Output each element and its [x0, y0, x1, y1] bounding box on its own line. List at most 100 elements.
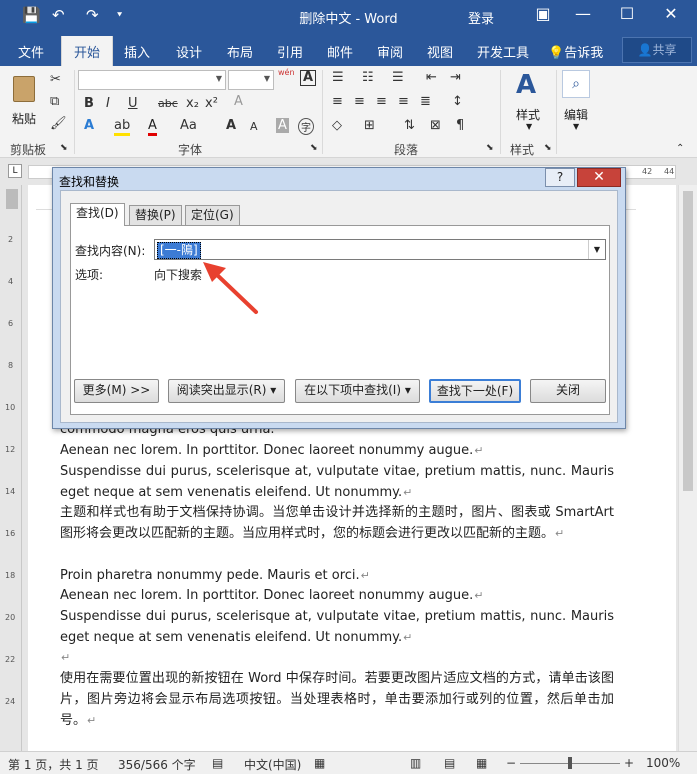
paragraph[interactable]: 使用在需要位置出现的新按钮在 Word 中保存时间。若要更改图片适应文档的方式，…: [60, 668, 614, 731]
borders-icon[interactable]: ⊞: [364, 118, 375, 133]
help-button[interactable]: ?: [545, 168, 575, 187]
paragraph[interactable]: Aenean nec lorem. In porttitor. Donec la…: [60, 440, 614, 461]
paragraph[interactable]: ↵: [60, 647, 614, 668]
subscript-button[interactable]: x₂: [186, 96, 199, 111]
editing-button[interactable]: ⌕ 编辑 ▼: [560, 70, 594, 136]
bullets-icon[interactable]: ☰: [332, 70, 344, 85]
paragraph-launcher-icon[interactable]: ⬊: [486, 143, 494, 153]
grow-font-icon[interactable]: A: [226, 118, 236, 133]
align-center-icon[interactable]: ≡: [354, 94, 365, 109]
vertical-scrollbar[interactable]: [678, 185, 697, 751]
phonetic-guide-icon[interactable]: wén: [278, 68, 295, 77]
find-what-input[interactable]: [一-隝] ▼: [154, 239, 606, 260]
tab-review[interactable]: 审阅: [377, 42, 403, 61]
superscript-button[interactable]: x²: [205, 96, 218, 111]
zoom-out-button[interactable]: −: [506, 756, 516, 770]
ruler-number: 24: [5, 697, 16, 706]
paste-button[interactable]: 粘贴: [8, 72, 42, 130]
language[interactable]: 中文(中国): [244, 756, 301, 773]
show-marks-icon[interactable]: ¶: [456, 118, 464, 133]
distributed-icon[interactable]: ≣: [420, 94, 431, 109]
multilevel-list-icon[interactable]: ☰: [392, 70, 404, 85]
macro-icon[interactable]: ▦: [314, 756, 325, 770]
copy-icon[interactable]: ⧉: [50, 94, 59, 109]
font-case-icon[interactable]: Aa: [180, 118, 197, 133]
tab-view[interactable]: 视图: [427, 42, 453, 61]
underline-button[interactable]: U: [128, 96, 138, 111]
shrink-font-icon[interactable]: A: [250, 120, 258, 133]
tab-goto[interactable]: 定位(G): [185, 205, 240, 225]
read-mode-icon[interactable]: ▥: [410, 756, 421, 770]
tab-find[interactable]: 查找(D): [70, 203, 125, 226]
align-left-icon[interactable]: ≡: [332, 94, 343, 109]
clear-format-icon[interactable]: A: [234, 94, 243, 109]
decrease-indent-icon[interactable]: ⇤: [426, 70, 437, 85]
paragraph[interactable]: Suspendisse dui purus, scelerisque at, v…: [60, 606, 614, 648]
styles-launcher-icon[interactable]: ⬊: [544, 143, 552, 153]
close-button[interactable]: 关闭: [530, 379, 606, 403]
tab-mailings[interactable]: 邮件: [327, 42, 353, 61]
italic-button[interactable]: I: [106, 96, 110, 111]
ruler-number: 12: [5, 445, 16, 454]
find-next-button[interactable]: 查找下一处(F): [429, 379, 521, 403]
share-button[interactable]: 👤共享: [622, 37, 692, 63]
proofing-icon[interactable]: ▤: [212, 756, 223, 770]
text-effects-icon[interactable]: A: [84, 118, 94, 133]
increase-indent-icon[interactable]: ⇥: [450, 70, 461, 85]
cut-icon[interactable]: ✂: [50, 72, 61, 87]
window-close-button[interactable]: ✕: [656, 4, 686, 23]
highlight-icon[interactable]: ab: [114, 118, 131, 136]
scrollbar-thumb[interactable]: [683, 191, 693, 491]
line-spacing-icon[interactable]: ↕: [452, 94, 463, 109]
tab-design[interactable]: 设计: [176, 42, 202, 61]
tab-file[interactable]: 文件: [18, 42, 44, 61]
font-name-combo[interactable]: ▼: [78, 70, 226, 90]
char-border-icon[interactable]: A: [300, 70, 317, 86]
paragraph[interactable]: Aenean nec lorem. In porttitor. Donec la…: [60, 585, 614, 606]
paragraph[interactable]: Proin pharetra nonummy pede. Mauris et o…: [60, 565, 614, 586]
collapse-ribbon-icon[interactable]: ⌃: [676, 143, 684, 154]
format-painter-icon[interactable]: 🖌: [50, 116, 67, 131]
styles-button[interactable]: A 样式 ▼: [510, 70, 550, 136]
tab-home[interactable]: 开始: [61, 36, 114, 66]
numbering-icon[interactable]: ☷: [362, 70, 374, 85]
more-button[interactable]: 更多(M) >>: [74, 379, 159, 403]
tab-replace[interactable]: 替换(P): [129, 205, 182, 225]
tab-developer[interactable]: 开发工具: [477, 42, 529, 61]
zoom-level[interactable]: 100%: [646, 756, 680, 770]
font-size-combo[interactable]: ▼: [228, 70, 274, 90]
page-count[interactable]: 第 1 页，共 1 页: [8, 756, 99, 773]
paragraph[interactable]: 主题和样式也有助于文档保持协调。当您单击设计并选择新的主题时，图片、图表或 Sm…: [60, 502, 614, 544]
shading-icon[interactable]: ◇: [332, 118, 342, 133]
ribbon-display-icon[interactable]: ▣: [528, 4, 558, 23]
clipboard-launcher-icon[interactable]: ⬊: [60, 143, 68, 153]
paragraph[interactable]: Suspendisse dui purus, scelerisque at, v…: [60, 461, 614, 503]
dialog-close-button[interactable]: ✕: [577, 168, 621, 187]
strikethrough-button[interactable]: abc: [158, 97, 178, 110]
tab-selector[interactable]: L: [8, 164, 22, 178]
find-in-button[interactable]: 在以下项中查找(I) ▾: [295, 379, 420, 403]
print-layout-icon[interactable]: ▤: [444, 756, 455, 770]
login-link[interactable]: 登录: [468, 8, 494, 27]
tell-me-search[interactable]: 💡告诉我: [548, 42, 603, 61]
chinese-layout-icon[interactable]: ⊠: [430, 118, 441, 133]
font-launcher-icon[interactable]: ⬊: [310, 143, 318, 153]
tab-references[interactable]: 引用: [277, 42, 303, 61]
reading-highlight-button[interactable]: 阅读突出显示(R) ▾: [168, 379, 285, 403]
justify-icon[interactable]: ≡: [398, 94, 409, 109]
minimize-button[interactable]: —: [568, 4, 598, 23]
word-count[interactable]: 356/566 个字: [118, 756, 196, 773]
chevron-down-icon[interactable]: ▼: [588, 240, 605, 259]
sort-icon[interactable]: ⇅: [404, 118, 415, 133]
font-color-icon[interactable]: A: [148, 118, 157, 136]
enclose-char-icon[interactable]: 字: [298, 118, 314, 135]
bold-button[interactable]: B: [84, 96, 94, 111]
zoom-slider-handle[interactable]: [568, 757, 572, 769]
align-right-icon[interactable]: ≡: [376, 94, 387, 109]
char-shading-icon[interactable]: A: [276, 118, 289, 133]
tab-layout[interactable]: 布局: [227, 42, 253, 61]
zoom-in-button[interactable]: +: [624, 756, 634, 770]
web-layout-icon[interactable]: ▦: [476, 756, 487, 770]
tab-insert[interactable]: 插入: [124, 42, 150, 61]
maximize-button[interactable]: ☐: [612, 4, 642, 23]
